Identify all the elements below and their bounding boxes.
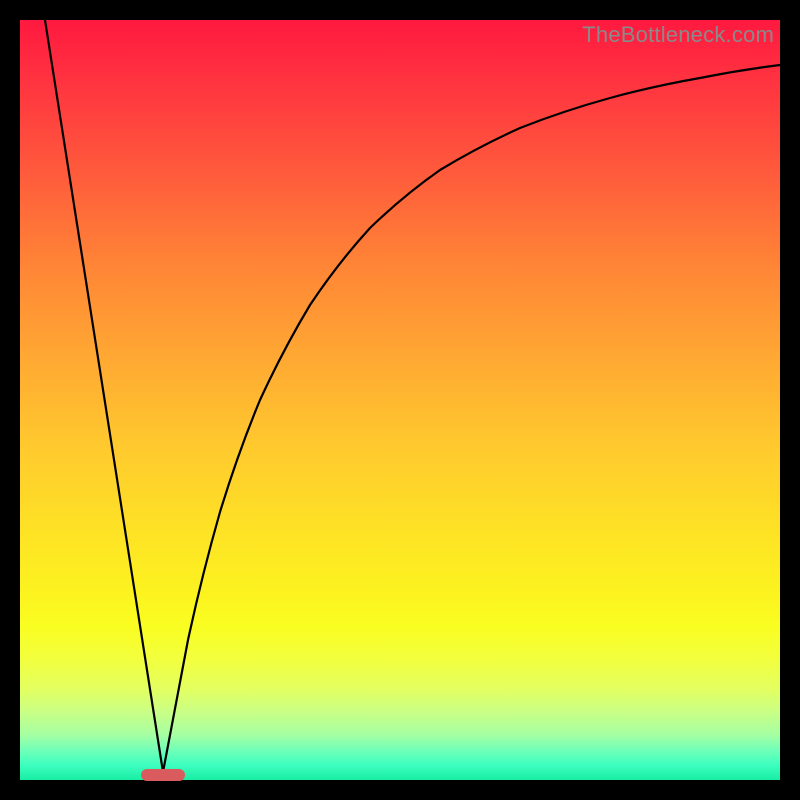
curve-layer [20, 20, 780, 780]
chart-frame: TheBottleneck.com [0, 0, 800, 800]
left-line [45, 20, 163, 772]
bottleneck-marker [141, 769, 185, 781]
plot-area: TheBottleneck.com [20, 20, 780, 780]
right-curve [163, 65, 780, 772]
